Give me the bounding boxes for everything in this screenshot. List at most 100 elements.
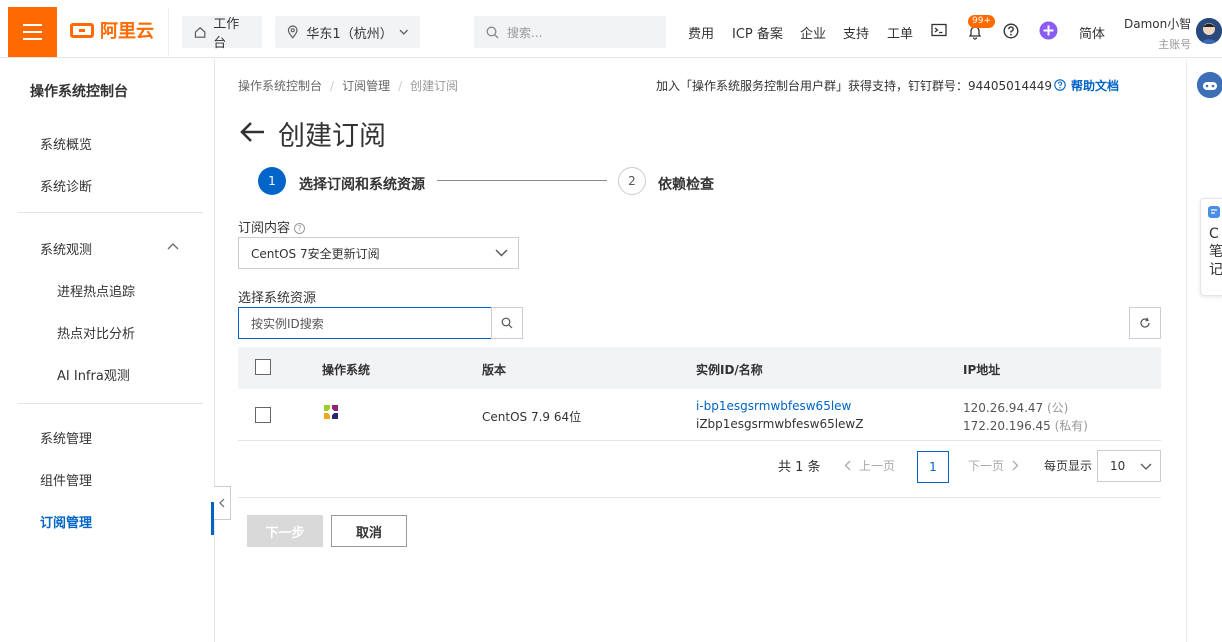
- nav-enterprise[interactable]: 企业: [800, 23, 826, 42]
- nav-billing[interactable]: 费用: [688, 23, 714, 42]
- notes-label: C笔记: [1209, 226, 1222, 278]
- chevron-down-icon: [399, 29, 408, 35]
- right-rail: C笔记: [1186, 59, 1222, 642]
- main-content: 操作系统控制台 / 订阅管理 / 创建订阅 加入「操作系统服务控制台用户群」获得支持，钉…: [216, 59, 1186, 642]
- os-version: CentOS 7.9 64位: [482, 410, 582, 424]
- ai-assistant-icon[interactable]: [1039, 21, 1058, 40]
- workbench-label: 工作台: [213, 17, 240, 51]
- select-all-checkbox[interactable]: [255, 359, 271, 375]
- global-search-input[interactable]: 搜索...: [474, 16, 666, 48]
- per-page-value: 10: [1110, 459, 1126, 473]
- location-icon: [287, 25, 298, 39]
- nav-icp[interactable]: ICP 备案: [732, 23, 783, 42]
- sidebar-item-hotspot[interactable]: 进程热点追踪: [57, 281, 135, 300]
- help-doc-link[interactable]: 帮助文档: [1054, 77, 1119, 94]
- subscription-select[interactable]: CentOS 7安全更新订阅: [238, 237, 519, 269]
- sidebar-item-component[interactable]: 组件管理: [40, 470, 92, 489]
- help-doc-label: 帮助文档: [1071, 79, 1120, 93]
- assistant-bot-icon[interactable]: [1197, 72, 1222, 98]
- refresh-button[interactable]: [1129, 307, 1161, 339]
- back-arrow-icon[interactable]: [240, 121, 266, 143]
- region-selector[interactable]: 华东1（杭州）: [275, 16, 420, 48]
- instance-search-placeholder: 按实例ID搜索: [251, 316, 324, 331]
- menu-button[interactable]: [8, 7, 57, 57]
- page-number-current[interactable]: 1: [917, 451, 949, 483]
- chevron-down-icon: [495, 249, 508, 257]
- language-switch[interactable]: 简体: [1079, 23, 1105, 42]
- note-icon: [1208, 206, 1220, 218]
- chevron-up-icon[interactable]: [167, 243, 179, 250]
- sidebar-item-manage[interactable]: 系统管理: [40, 428, 92, 447]
- search-icon: [486, 26, 499, 38]
- divider: [168, 8, 169, 56]
- step-connector: [437, 180, 607, 181]
- notes-widget[interactable]: C笔记: [1200, 198, 1222, 296]
- terminal-icon[interactable]: [931, 22, 947, 38]
- divider: [18, 212, 203, 213]
- logo-text: 阿里云: [100, 21, 154, 42]
- sidebar-item-compare[interactable]: 热点对比分析: [57, 323, 135, 342]
- top-bar: 阿里云 工作台 华东1（杭州） 搜索... 费用 ICP 备案 企业 支持 工单…: [0, 0, 1222, 58]
- sidebar-item-ai-infra[interactable]: AI Infra观测: [57, 365, 130, 384]
- instance-id-link[interactable]: i-bp1esgsrmwbfesw65lew: [696, 399, 851, 413]
- chevron-left-icon: [844, 460, 851, 471]
- nav-ticket[interactable]: 工单: [887, 23, 913, 42]
- breadcrumb-console[interactable]: 操作系统控制台: [238, 79, 322, 93]
- resource-label: 选择系统资源: [238, 291, 317, 306]
- home-icon: [194, 26, 206, 38]
- aliyun-logo[interactable]: 阿里云: [70, 20, 154, 42]
- subscription-label: 订阅内容?: [238, 217, 306, 236]
- step-2-indicator: 2: [618, 167, 646, 195]
- nav-support[interactable]: 支持: [843, 23, 869, 42]
- table-row[interactable]: CentOS 7.9 64位 i-bp1esgsrmwbfesw65lew iZ…: [238, 389, 1161, 441]
- user-role: 主账号: [1158, 38, 1192, 51]
- sidebar-title: 操作系统控制台: [30, 84, 128, 100]
- row-checkbox[interactable]: [255, 407, 271, 423]
- help-circle-icon: [1054, 79, 1066, 91]
- chevron-right-icon: [1012, 460, 1019, 471]
- divider: [238, 497, 1161, 498]
- table-header: 操作系统 版本 实例ID/名称 IP地址: [238, 347, 1161, 389]
- avatar[interactable]: [1196, 18, 1222, 44]
- workbench-button[interactable]: 工作台: [182, 16, 262, 51]
- step-2-label: 依赖检查: [658, 177, 714, 193]
- sidebar-item-overview[interactable]: 系统概览: [40, 134, 92, 153]
- centos-logo-icon: [324, 405, 338, 419]
- column-header-ip: IP地址: [963, 363, 1001, 377]
- notification-badge: 99+: [968, 15, 995, 28]
- prev-page-button[interactable]: 上一页: [844, 457, 895, 474]
- step-1-label: 选择订阅和系统资源: [299, 177, 425, 193]
- breadcrumb-current: 创建订阅: [410, 79, 459, 93]
- sidebar: 操作系统控制台 系统概览 系统诊断 系统观测 进程热点追踪 热点对比分析 AI …: [0, 59, 215, 642]
- refresh-icon: [1140, 317, 1150, 328]
- search-placeholder: 搜索...: [507, 25, 543, 40]
- step-1-indicator: 1: [258, 167, 286, 195]
- breadcrumb-separator: /: [398, 79, 403, 93]
- breadcrumb-separator: /: [330, 79, 335, 93]
- avatar-image: [1196, 18, 1222, 44]
- user-name: Damon小智: [1124, 17, 1192, 31]
- total-count: 共 1 条: [778, 460, 821, 475]
- region-label: 华东1（杭州）: [306, 26, 393, 42]
- breadcrumb-subscription[interactable]: 订阅管理: [342, 79, 390, 93]
- sidebar-item-diagnosis[interactable]: 系统诊断: [40, 176, 92, 195]
- user-menu[interactable]: Damon小智 主账号: [1124, 15, 1191, 52]
- column-header-version: 版本: [482, 363, 507, 377]
- search-button[interactable]: [491, 307, 523, 339]
- sidebar-group-observe[interactable]: 系统观测: [40, 239, 92, 258]
- question-icon[interactable]: ?: [294, 223, 306, 234]
- instance-search-input[interactable]: 按实例ID搜索: [238, 307, 492, 339]
- support-notice: 加入「操作系统服务控制台用户群」获得支持，钉钉群号：94405014449: [656, 79, 1052, 93]
- search-icon: [501, 317, 513, 329]
- help-icon[interactable]: [1003, 23, 1019, 39]
- column-header-os: 操作系统: [322, 363, 371, 377]
- sidebar-item-subscription[interactable]: 订阅管理: [40, 512, 92, 531]
- per-page-select[interactable]: 10: [1097, 450, 1161, 482]
- chevron-down-icon: [1140, 463, 1152, 470]
- next-step-button[interactable]: 下一步: [247, 515, 323, 547]
- cancel-button[interactable]: 取消: [331, 515, 407, 547]
- next-page-button[interactable]: 下一页: [968, 457, 1019, 474]
- column-header-instance: 实例ID/名称: [696, 363, 763, 377]
- subscription-value: CentOS 7安全更新订阅: [251, 246, 380, 261]
- public-ip: 120.26.94.47 (公): [963, 401, 1069, 415]
